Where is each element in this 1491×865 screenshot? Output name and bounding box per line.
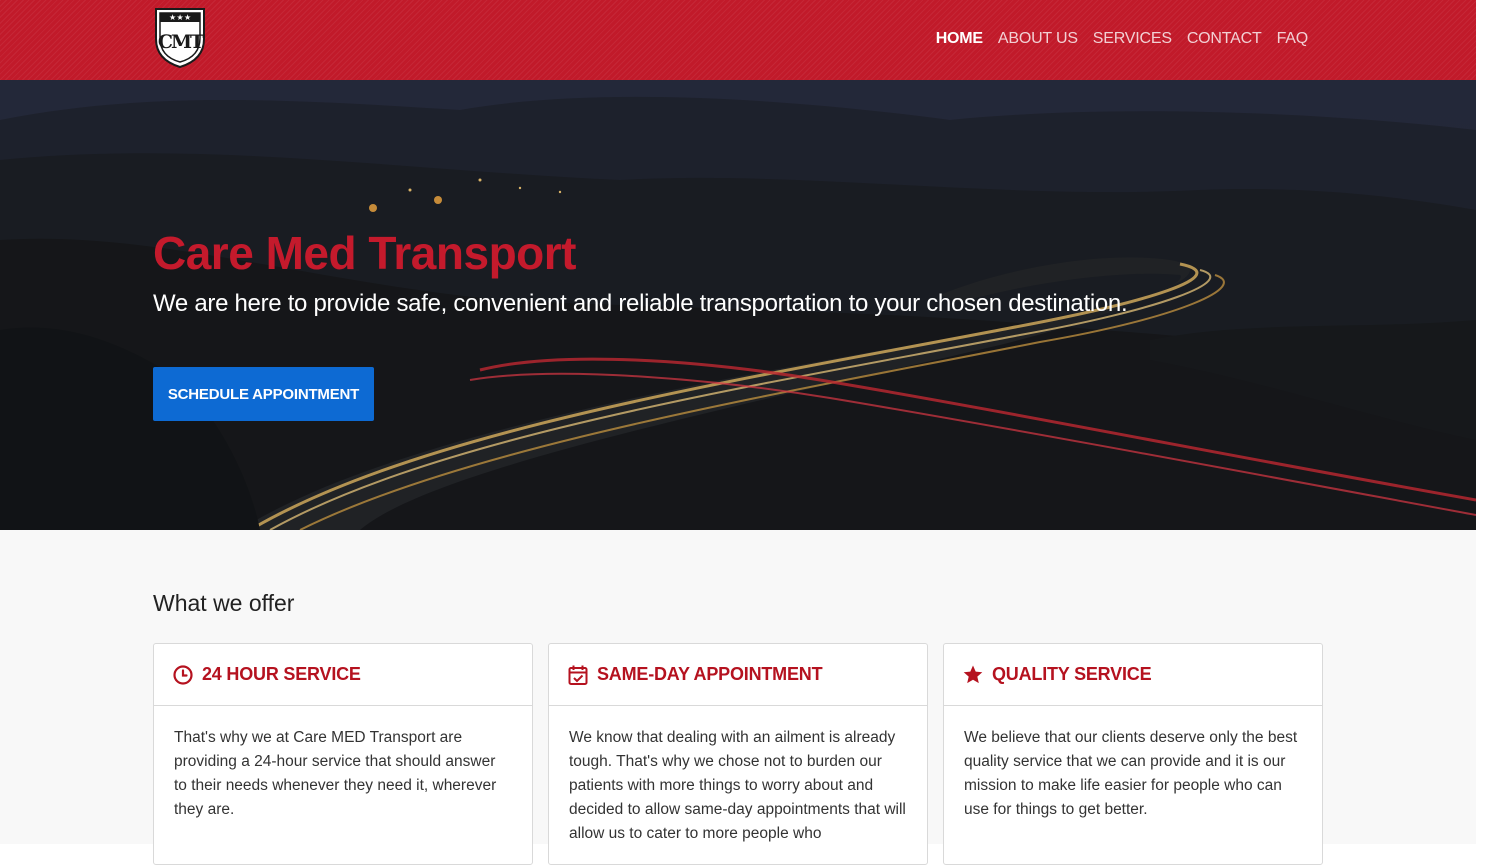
star-icon	[962, 664, 984, 686]
schedule-appointment-button[interactable]: SCHEDULE APPOINTMENT	[153, 367, 374, 421]
service-card-24-hour: 24 HOUR SERVICE That's why we at Care ME…	[153, 643, 533, 865]
svg-text:★: ★	[169, 13, 176, 22]
card-header: QUALITY SERVICE	[944, 644, 1322, 706]
svg-text:★: ★	[177, 13, 184, 22]
card-text: We know that dealing with an ailment is …	[569, 729, 906, 842]
card-header: 24 HOUR SERVICE	[154, 644, 532, 706]
hero-title: Care Med Transport	[153, 227, 577, 279]
cmt-logo[interactable]: ★ ★ ★ CMT	[153, 5, 207, 69]
svg-text:★: ★	[184, 13, 191, 22]
service-card-quality: QUALITY SERVICE We believe that our clie…	[943, 643, 1323, 865]
card-text: We believe that our clients deserve only…	[964, 729, 1298, 818]
main-nav: HOME ABOUT US SERVICES CONTACT FAQ	[936, 30, 1309, 48]
clock-icon	[172, 664, 194, 686]
nav-home[interactable]: HOME	[936, 30, 983, 48]
nav-services[interactable]: SERVICES	[1093, 30, 1172, 48]
top-navbar: ★ ★ ★ CMT HOME ABOUT US SERVICES CONTACT…	[0, 0, 1476, 80]
nav-contact[interactable]: CONTACT	[1187, 30, 1262, 48]
calendar-check-icon	[567, 664, 589, 686]
service-card-same-day: SAME-DAY APPOINTMENT We know that dealin…	[548, 643, 928, 865]
offer-section-title: What we offer	[153, 590, 295, 616]
nav-about-us[interactable]: ABOUT US	[998, 30, 1078, 48]
hero-banner: Care Med Transport We are here to provid…	[0, 80, 1476, 530]
card-title: SAME-DAY APPOINTMENT	[597, 664, 823, 684]
card-text: That's why we at Care MED Transport are …	[174, 729, 497, 818]
page: ★ ★ ★ CMT HOME ABOUT US SERVICES CONTACT…	[0, 0, 1476, 865]
logo-lettering: CMT	[158, 31, 204, 53]
card-header: SAME-DAY APPOINTMENT	[549, 644, 927, 706]
card-title: 24 HOUR SERVICE	[202, 664, 361, 684]
hero-subtitle: We are here to provide safe, convenient …	[153, 290, 1128, 317]
card-title: QUALITY SERVICE	[992, 664, 1152, 684]
nav-faq[interactable]: FAQ	[1277, 30, 1309, 48]
